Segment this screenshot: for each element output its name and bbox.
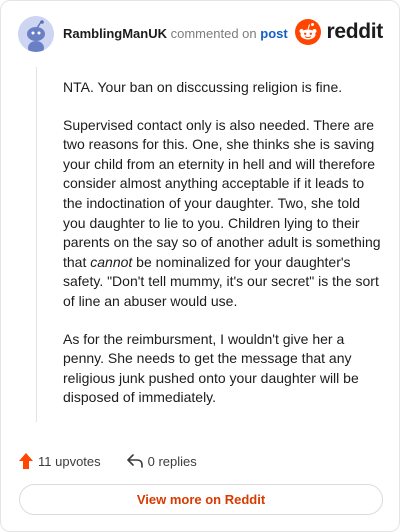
comment-paragraph: NTA. Your ban on disccussing religion is… [63, 79, 343, 95]
action-text: commented on [170, 26, 257, 41]
upvote-arrow-icon [19, 453, 33, 469]
upvotes-stat[interactable]: 11 upvotes [19, 453, 101, 469]
comment-body: NTA. Your ban on disccussing religion is… [63, 78, 381, 426]
comment-embed-card: RamblingManUK commented on post reddit N… [0, 0, 400, 532]
comment-paragraph: Supervised contact only is also needed. … [63, 116, 381, 312]
reddit-wordmark: reddit [326, 20, 383, 43]
view-more-button[interactable]: View more on Reddit [19, 484, 383, 515]
replies-count: 0 replies [147, 453, 197, 469]
paragraph-text: Supervised contact only is also needed. … [63, 116, 381, 270]
post-link[interactable]: post [260, 26, 287, 41]
replies-stat[interactable]: 0 replies [126, 453, 197, 469]
reddit-logo[interactable]: reddit [295, 18, 383, 46]
upvotes-count: 11 upvotes [38, 453, 101, 469]
comment-meta: RamblingManUK commented on post [63, 26, 288, 41]
thread-line [36, 67, 37, 422]
comment-header: RamblingManUK commented on post reddit [18, 16, 383, 52]
emphasis-text: cannot [90, 253, 133, 270]
reply-arrow-icon [126, 454, 143, 468]
comment-footer: 11 upvotes 0 replies [19, 451, 197, 471]
comment-paragraph: As for the reimbursment, I wouldn't give… [63, 330, 359, 406]
snoo-avatar-icon[interactable] [18, 16, 54, 52]
username-link[interactable]: RamblingManUK [63, 26, 167, 41]
reddit-logo-icon [295, 19, 322, 45]
